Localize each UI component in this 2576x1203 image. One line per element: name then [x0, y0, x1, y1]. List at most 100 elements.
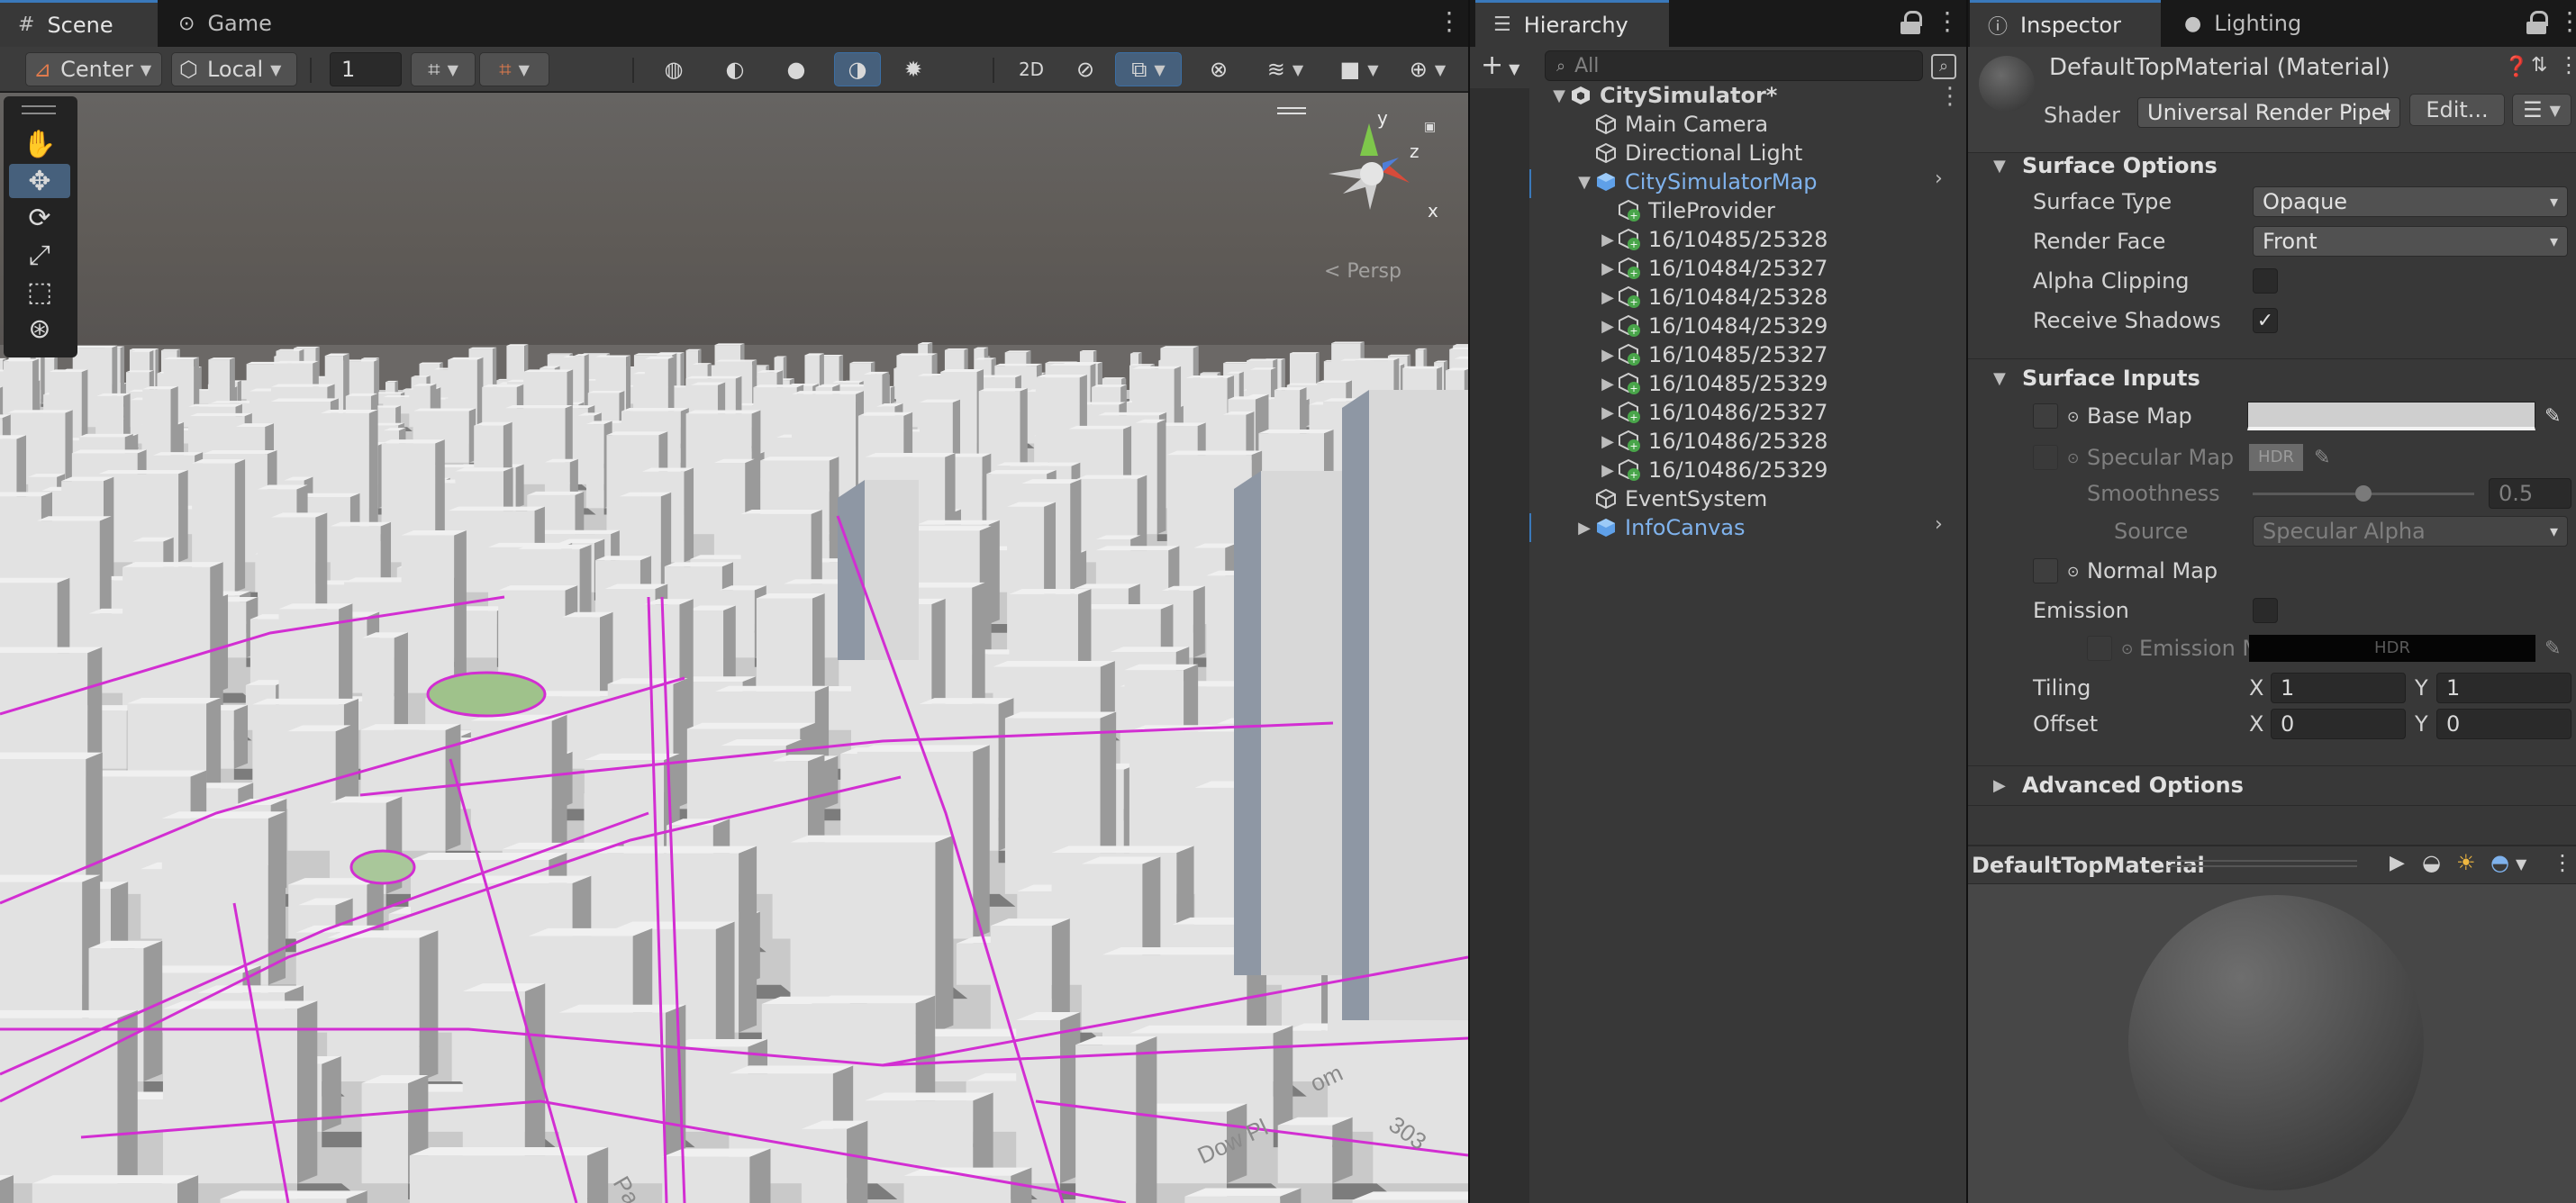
drag-handle-icon[interactable] — [22, 105, 56, 114]
specular-map-texture-slot[interactable] — [2033, 445, 2058, 470]
hierarchy-row[interactable]: EventSystem — [1574, 484, 1767, 513]
tab-lighting[interactable]: ● Lighting — [2166, 0, 2319, 47]
emission-map-texture-slot[interactable] — [2087, 636, 2112, 661]
section-surface-inputs[interactable]: ▼ Surface Inputs — [1968, 360, 2576, 396]
render-face-dropdown[interactable]: Front — [2253, 226, 2568, 257]
scene-visibility-icon[interactable]: ⌕ — [1931, 54, 1956, 79]
projection-label[interactable]: < Persp — [1324, 260, 1401, 283]
lighting-toggle-button[interactable]: ⊘ — [1063, 52, 1108, 86]
collapse-arrow-icon[interactable]: ▶ — [1598, 259, 1618, 278]
offset-x-field[interactable]: 0 — [2271, 709, 2406, 739]
lock-icon[interactable] — [1900, 11, 1922, 34]
move-tool-button[interactable]: ✥ — [9, 164, 70, 198]
eyedropper-icon[interactable]: ✎ — [2544, 405, 2561, 428]
hierarchy-row[interactable]: ▼ CitySimulator* — [1549, 81, 1777, 110]
surface-type-dropdown[interactable]: Opaque — [2253, 186, 2568, 217]
chevron-down-icon[interactable]: ▼ — [2516, 855, 2526, 873]
play-icon[interactable]: ▶ — [2390, 852, 2405, 874]
collapse-arrow-icon[interactable]: ▶ — [1598, 288, 1618, 307]
base-map-color[interactable] — [2247, 402, 2535, 430]
more-icon[interactable]: ⋮ — [2557, 9, 2576, 34]
object-picker-icon[interactable]: ⊙ — [2121, 640, 2133, 657]
collapse-arrow-icon[interactable]: ▶ — [1598, 346, 1618, 365]
smoothness-value[interactable]: 0.5 — [2489, 478, 2571, 509]
alpha-clipping-checkbox[interactable] — [2253, 268, 2278, 294]
preview-drag-bar[interactable] — [2168, 860, 2357, 867]
search-input[interactable]: ⌕ All — [1545, 50, 1923, 81]
hierarchy-row[interactable]: ▶ +16/10486/25327 — [1598, 398, 1828, 427]
hierarchy-row[interactable]: ▶ +16/10485/25329 — [1598, 369, 1828, 398]
edit-shader-button[interactable]: Edit... — [2409, 94, 2505, 126]
overlay-menu-icon[interactable] — [1277, 107, 1306, 114]
shader-options-button[interactable]: ☰ ▼ — [2512, 94, 2571, 126]
2d-toggle-button[interactable]: 2D — [1009, 52, 1054, 86]
mesh-sphere-icon[interactable]: ◒ — [2422, 850, 2441, 875]
increment-snap-button[interactable]: ⌗ ▼ — [479, 52, 549, 86]
gizmos-button[interactable]: ⊕ ▼ — [1394, 52, 1461, 86]
preview-header[interactable]: DefaultTopMaterial ▶ ◒ ☀ ◓ ▼ ⋮ — [1968, 846, 2576, 884]
hierarchy-row[interactable]: ▶ +16/10486/25329 — [1598, 456, 1828, 484]
hierarchy-row[interactable]: Directional Light — [1574, 139, 1802, 167]
section-surface-options[interactable]: ▼ Surface Options — [1968, 148, 2576, 184]
camera-button[interactable]: ■ ▼ — [1326, 52, 1392, 86]
grid-snap-button[interactable]: ⌗ ▼ — [411, 52, 476, 86]
space-dropdown[interactable]: ⬡ Local ▼ — [171, 52, 297, 86]
tiling-y-field[interactable]: 1 — [2436, 673, 2571, 703]
tab-hierarchy[interactable]: ☰ Hierarchy — [1475, 0, 1669, 47]
normal-map-texture-slot[interactable] — [2033, 558, 2058, 583]
receive-shadows-checkbox[interactable]: ✓ — [2253, 308, 2278, 333]
tiling-x-field[interactable]: 1 — [2271, 673, 2406, 703]
rotate-tool-button[interactable]: ⟳ — [9, 201, 70, 235]
expand-arrow-icon[interactable]: ▼ — [1574, 173, 1594, 192]
preview-background-icon[interactable]: ◓ — [2490, 850, 2509, 875]
object-picker-icon[interactable]: ⊙ — [2067, 563, 2079, 580]
shader-dropdown[interactable]: Universal Render Pipel — [2137, 97, 2400, 128]
offset-y-field[interactable]: 0 — [2436, 709, 2571, 739]
wireframe-button[interactable]: ◍ — [652, 52, 695, 86]
orientation-gizmo[interactable]: y z x ▣ — [1311, 104, 1446, 239]
hierarchy-row[interactable]: ▶ InfoCanvas — [1574, 513, 1745, 542]
section-advanced-options[interactable]: ▶ Advanced Options — [1968, 767, 2576, 803]
base-map-texture-slot[interactable] — [2033, 403, 2058, 429]
collapse-arrow-icon[interactable]: ▶ — [1598, 432, 1618, 451]
tab-game[interactable]: ⊙ Game — [160, 0, 290, 47]
hierarchy-row[interactable]: ▶ +16/10486/25328 — [1598, 427, 1828, 456]
open-prefab-chevron-icon[interactable]: › — [1935, 513, 1955, 536]
emission-checkbox[interactable] — [2253, 598, 2278, 623]
collapse-arrow-icon[interactable]: ▶ — [1598, 403, 1618, 422]
collapse-arrow-icon[interactable]: ▶ — [1574, 519, 1594, 538]
scene-viewport[interactable]: Dow Pl 303 om Pa ✋ ✥ ⟳ ⤢ ⬚ ⊛ y z x ▣ < P… — [0, 93, 1468, 1203]
expand-arrow-icon[interactable]: ▼ — [1549, 86, 1569, 105]
object-picker-icon[interactable]: ⊙ — [2067, 449, 2079, 466]
collapse-arrow-icon[interactable]: ▶ — [1598, 231, 1618, 249]
hierarchy-row[interactable]: ▶ +16/10485/25327 — [1598, 340, 1828, 369]
hierarchy-row[interactable]: ▶ +16/10484/25327 — [1598, 254, 1828, 283]
transform-tool-button[interactable]: ⊛ — [9, 312, 70, 346]
light-toggle-icon[interactable]: ☀ — [2456, 850, 2476, 875]
unlit-button[interactable]: ◑ — [834, 52, 881, 86]
emission-color-hdr[interactable]: HDR — [2249, 635, 2535, 662]
hierarchy-row[interactable]: Main Camera — [1574, 110, 1768, 139]
hierarchy-row[interactable]: ▶ +16/10485/25328 — [1598, 225, 1828, 254]
panel-splitter[interactable] — [1966, 0, 1968, 1203]
pivot-dropdown[interactable]: ⊿ Center ▼ — [25, 52, 162, 86]
eyedropper-icon[interactable]: ✎ — [2314, 447, 2330, 469]
hierarchy-row[interactable]: ▶ +16/10484/25328 — [1598, 283, 1828, 312]
gizmo-lock-icon[interactable]: ▣ — [1424, 120, 1436, 134]
debug-button[interactable]: ✹ — [892, 52, 935, 86]
source-dropdown[interactable]: Specular Alpha — [2253, 516, 2568, 547]
layers-button[interactable]: ≋ ▼ — [1252, 52, 1319, 86]
more-icon[interactable]: ⋮ — [1935, 9, 1960, 34]
grid-size-field[interactable]: 1 — [330, 52, 402, 86]
hierarchy-row[interactable]: + TileProvider — [1598, 196, 1775, 225]
preset-icon[interactable]: ⇅ — [2531, 54, 2547, 77]
tab-inspector[interactable]: ⓘ Inspector — [1970, 0, 2161, 47]
smoothness-slider-knob[interactable] — [2355, 485, 2372, 502]
lock-icon[interactable] — [2526, 11, 2548, 34]
shaded-button[interactable]: ● — [775, 52, 818, 86]
hidden-objects-button[interactable]: ⊗ — [1196, 52, 1241, 86]
preview-sphere[interactable] — [2128, 895, 2424, 1190]
object-picker-icon[interactable]: ⊙ — [2067, 408, 2079, 425]
collapse-arrow-icon[interactable]: ▶ — [1598, 461, 1618, 480]
collapse-arrow-icon[interactable]: ▶ — [1598, 317, 1618, 336]
